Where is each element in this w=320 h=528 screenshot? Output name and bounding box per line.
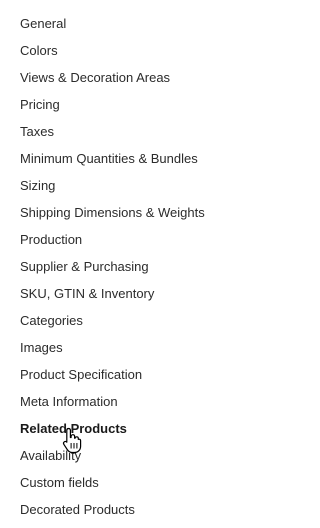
nav-item-custom-fields[interactable]: Custom fields <box>20 473 245 500</box>
nav-item-pricing[interactable]: Pricing <box>20 95 245 122</box>
nav-item-sku-gtin-inventory[interactable]: SKU, GTIN & Inventory <box>20 284 245 311</box>
nav-item-product-specification[interactable]: Product Specification <box>20 365 245 392</box>
nav-item-supplier-purchasing[interactable]: Supplier & Purchasing <box>20 257 245 284</box>
nav-item-images[interactable]: Images <box>20 338 245 365</box>
nav-item-taxes[interactable]: Taxes <box>20 122 245 149</box>
nav-item-related-products[interactable]: Related Products <box>20 419 245 446</box>
nav-item-minimum-quantities-bundles[interactable]: Minimum Quantities & Bundles <box>20 149 245 176</box>
nav-item-views-decoration-areas[interactable]: Views & Decoration Areas <box>20 68 245 95</box>
nav-item-decorated-products[interactable]: Decorated Products <box>20 500 245 527</box>
nav-item-shipping-dimensions-weights[interactable]: Shipping Dimensions & Weights <box>20 203 245 230</box>
nav-item-sizing[interactable]: Sizing <box>20 176 245 203</box>
nav-item-meta-information[interactable]: Meta Information <box>20 392 245 419</box>
nav-item-availability[interactable]: Availability <box>20 446 245 473</box>
settings-nav-list: General Colors Views & Decoration Areas … <box>20 14 245 527</box>
nav-item-colors[interactable]: Colors <box>20 41 245 68</box>
nav-item-categories[interactable]: Categories <box>20 311 245 338</box>
nav-item-production[interactable]: Production <box>20 230 245 257</box>
nav-item-general[interactable]: General <box>20 14 245 41</box>
